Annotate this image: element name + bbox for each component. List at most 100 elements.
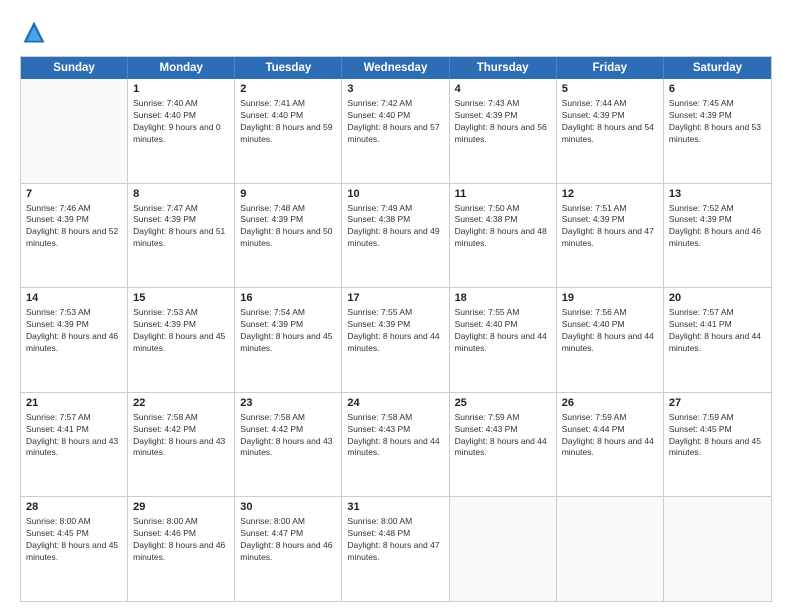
cell-info: Sunrise: 7:58 AMSunset: 4:42 PMDaylight:… bbox=[240, 412, 336, 460]
calendar-cell: 21Sunrise: 7:57 AMSunset: 4:41 PMDayligh… bbox=[21, 393, 128, 497]
day-number: 29 bbox=[133, 501, 229, 513]
header bbox=[20, 18, 772, 46]
calendar-header: SundayMondayTuesdayWednesdayThursdayFrid… bbox=[21, 57, 771, 79]
day-number: 27 bbox=[669, 397, 766, 409]
cell-info: Sunrise: 7:47 AMSunset: 4:39 PMDaylight:… bbox=[133, 203, 229, 251]
day-number: 23 bbox=[240, 397, 336, 409]
day-number: 19 bbox=[562, 292, 658, 304]
cell-info: Sunrise: 8:00 AMSunset: 4:48 PMDaylight:… bbox=[347, 516, 443, 564]
cell-info: Sunrise: 7:58 AMSunset: 4:42 PMDaylight:… bbox=[133, 412, 229, 460]
calendar-cell: 24 Sunrise: 7:58 AMSunset: 4:43 PMDayligh… bbox=[342, 393, 449, 497]
day-number: 2 bbox=[240, 83, 336, 95]
calendar-cell: 27Sunrise: 7:59 AMSunset: 4:45 PMDayligh… bbox=[664, 393, 771, 497]
day-number: 7 bbox=[26, 188, 122, 200]
calendar-cell: 3 Sunrise: 7:42 AMSunset: 4:40 PMDaylight… bbox=[342, 79, 449, 183]
day-number: 26 bbox=[562, 397, 658, 409]
day-number: 16 bbox=[240, 292, 336, 304]
day-number: 22 bbox=[133, 397, 229, 409]
calendar-cell: 28 Sunrise: 8:00 AMSunset: 4:45 PMDayligh… bbox=[21, 497, 128, 601]
day-number: 31 bbox=[347, 501, 443, 513]
cell-info: Sunrise: 7:45 AMSunset: 4:39 PMDaylight:… bbox=[669, 98, 766, 146]
cell-info: Sunrise: 7:49 AMSunset: 4:38 PMDaylight:… bbox=[347, 203, 443, 251]
calendar-cell: 4Sunrise: 7:43 AMSunset: 4:39 PMDaylight… bbox=[450, 79, 557, 183]
header-day-friday: Friday bbox=[557, 57, 664, 79]
calendar-cell: 1Sunrise: 7:40 AMSunset: 4:40 PMDaylight… bbox=[128, 79, 235, 183]
cell-info: Sunrise: 7:51 AMSunset: 4:39 PMDaylight:… bbox=[562, 203, 658, 251]
calendar-cell: 31 Sunrise: 8:00 AMSunset: 4:48 PMDayligh… bbox=[342, 497, 449, 601]
cell-info: Sunrise: 7:59 AMSunset: 4:44 PMDaylight:… bbox=[562, 412, 658, 460]
day-number: 18 bbox=[455, 292, 551, 304]
calendar-cell: 11 Sunrise: 7:50 AMSunset: 4:38 PMDayligh… bbox=[450, 184, 557, 288]
calendar-cell bbox=[664, 497, 771, 601]
calendar: SundayMondayTuesdayWednesdayThursdayFrid… bbox=[20, 56, 772, 602]
cell-info: Sunrise: 7:48 AMSunset: 4:39 PMDaylight:… bbox=[240, 203, 336, 251]
calendar-cell bbox=[450, 497, 557, 601]
day-number: 8 bbox=[133, 188, 229, 200]
day-number: 9 bbox=[240, 188, 336, 200]
header-day-wednesday: Wednesday bbox=[342, 57, 449, 79]
calendar-cell: 30 Sunrise: 8:00 AMSunset: 4:47 PMDayligh… bbox=[235, 497, 342, 601]
calendar-cell: 10 Sunrise: 7:49 AMSunset: 4:38 PMDayligh… bbox=[342, 184, 449, 288]
calendar-cell: 8 Sunrise: 7:47 AMSunset: 4:39 PMDaylight… bbox=[128, 184, 235, 288]
calendar-cell: 22 Sunrise: 7:58 AMSunset: 4:42 PMDayligh… bbox=[128, 393, 235, 497]
day-number: 30 bbox=[240, 501, 336, 513]
cell-info: Sunrise: 7:50 AMSunset: 4:38 PMDaylight:… bbox=[455, 203, 551, 251]
calendar-row-4: 28 Sunrise: 8:00 AMSunset: 4:45 PMDayligh… bbox=[21, 496, 771, 601]
calendar-cell: 26 Sunrise: 7:59 AMSunset: 4:44 PMDayligh… bbox=[557, 393, 664, 497]
cell-info: Sunrise: 7:53 AMSunset: 4:39 PMDaylight:… bbox=[133, 307, 229, 355]
calendar-cell: 15 Sunrise: 7:53 AMSunset: 4:39 PMDayligh… bbox=[128, 288, 235, 392]
cell-info: Sunrise: 7:55 AMSunset: 4:39 PMDaylight:… bbox=[347, 307, 443, 355]
calendar-cell bbox=[21, 79, 128, 183]
day-number: 28 bbox=[26, 501, 122, 513]
calendar-cell: 2 Sunrise: 7:41 AMSunset: 4:40 PMDaylight… bbox=[235, 79, 342, 183]
cell-info: Sunrise: 7:40 AMSunset: 4:40 PMDaylight:… bbox=[133, 98, 229, 146]
logo bbox=[20, 18, 52, 46]
day-number: 6 bbox=[669, 83, 766, 95]
calendar-cell: 16 Sunrise: 7:54 AMSunset: 4:39 PMDayligh… bbox=[235, 288, 342, 392]
day-number: 10 bbox=[347, 188, 443, 200]
calendar-row-3: 21Sunrise: 7:57 AMSunset: 4:41 PMDayligh… bbox=[21, 392, 771, 497]
calendar-cell: 17Sunrise: 7:55 AMSunset: 4:39 PMDayligh… bbox=[342, 288, 449, 392]
cell-info: Sunrise: 8:00 AMSunset: 4:47 PMDaylight:… bbox=[240, 516, 336, 564]
calendar-row-0: 1Sunrise: 7:40 AMSunset: 4:40 PMDaylight… bbox=[21, 79, 771, 183]
calendar-cell: 25Sunrise: 7:59 AMSunset: 4:43 PMDayligh… bbox=[450, 393, 557, 497]
calendar-cell: 23 Sunrise: 7:58 AMSunset: 4:42 PMDayligh… bbox=[235, 393, 342, 497]
day-number: 5 bbox=[562, 83, 658, 95]
day-number: 11 bbox=[455, 188, 551, 200]
cell-info: Sunrise: 7:44 AMSunset: 4:39 PMDaylight:… bbox=[562, 98, 658, 146]
day-number: 15 bbox=[133, 292, 229, 304]
calendar-cell bbox=[557, 497, 664, 601]
cell-info: Sunrise: 7:55 AMSunset: 4:40 PMDaylight:… bbox=[455, 307, 551, 355]
cell-info: Sunrise: 7:46 AMSunset: 4:39 PMDaylight:… bbox=[26, 203, 122, 251]
day-number: 3 bbox=[347, 83, 443, 95]
header-day-thursday: Thursday bbox=[450, 57, 557, 79]
calendar-cell: 12 Sunrise: 7:51 AMSunset: 4:39 PMDayligh… bbox=[557, 184, 664, 288]
cell-info: Sunrise: 7:42 AMSunset: 4:40 PMDaylight:… bbox=[347, 98, 443, 146]
cell-info: Sunrise: 7:54 AMSunset: 4:39 PMDaylight:… bbox=[240, 307, 336, 355]
header-day-saturday: Saturday bbox=[664, 57, 771, 79]
day-number: 4 bbox=[455, 83, 551, 95]
calendar-body: 1Sunrise: 7:40 AMSunset: 4:40 PMDaylight… bbox=[21, 79, 771, 601]
calendar-cell: 5 Sunrise: 7:44 AMSunset: 4:39 PMDaylight… bbox=[557, 79, 664, 183]
calendar-cell: 9 Sunrise: 7:48 AMSunset: 4:39 PMDaylight… bbox=[235, 184, 342, 288]
calendar-cell: 29 Sunrise: 8:00 AMSunset: 4:46 PMDayligh… bbox=[128, 497, 235, 601]
day-number: 12 bbox=[562, 188, 658, 200]
calendar-row-2: 14 Sunrise: 7:53 AMSunset: 4:39 PMDayligh… bbox=[21, 287, 771, 392]
cell-info: Sunrise: 7:41 AMSunset: 4:40 PMDaylight:… bbox=[240, 98, 336, 146]
cell-info: Sunrise: 8:00 AMSunset: 4:46 PMDaylight:… bbox=[133, 516, 229, 564]
day-number: 24 bbox=[347, 397, 443, 409]
day-number: 25 bbox=[455, 397, 551, 409]
header-day-sunday: Sunday bbox=[21, 57, 128, 79]
day-number: 14 bbox=[26, 292, 122, 304]
cell-info: Sunrise: 7:52 AMSunset: 4:39 PMDaylight:… bbox=[669, 203, 766, 251]
cell-info: Sunrise: 8:00 AMSunset: 4:45 PMDaylight:… bbox=[26, 516, 122, 564]
day-number: 13 bbox=[669, 188, 766, 200]
page: SundayMondayTuesdayWednesdayThursdayFrid… bbox=[0, 0, 792, 612]
cell-info: Sunrise: 7:53 AMSunset: 4:39 PMDaylight:… bbox=[26, 307, 122, 355]
cell-info: Sunrise: 7:56 AMSunset: 4:40 PMDaylight:… bbox=[562, 307, 658, 355]
calendar-cell: 18 Sunrise: 7:55 AMSunset: 4:40 PMDayligh… bbox=[450, 288, 557, 392]
calendar-cell: 14 Sunrise: 7:53 AMSunset: 4:39 PMDayligh… bbox=[21, 288, 128, 392]
logo-icon bbox=[20, 18, 48, 46]
header-day-monday: Monday bbox=[128, 57, 235, 79]
cell-info: Sunrise: 7:58 AMSunset: 4:43 PMDaylight:… bbox=[347, 412, 443, 460]
